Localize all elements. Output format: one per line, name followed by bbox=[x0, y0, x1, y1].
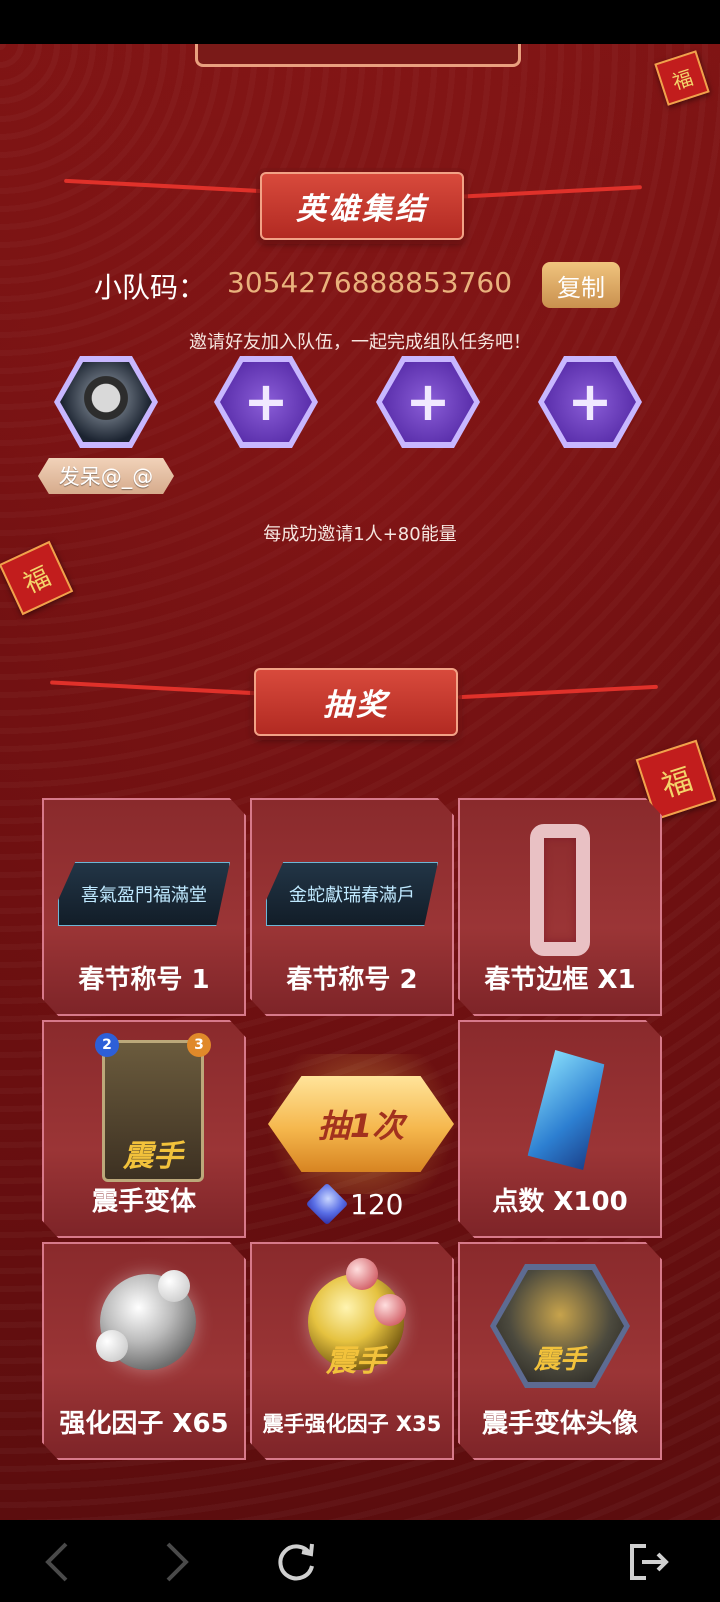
prize-card[interactable]: 点数 X100 bbox=[458, 1020, 662, 1238]
team-code-value: 3054276888853760 bbox=[227, 266, 513, 299]
draw-once-button[interactable]: 抽1次 bbox=[268, 1076, 454, 1172]
chevron-left-icon[interactable] bbox=[34, 1538, 82, 1586]
chevron-right-icon[interactable] bbox=[152, 1538, 200, 1586]
prize-label: 震手变体头像 bbox=[481, 1409, 638, 1439]
gem-icon bbox=[305, 1182, 349, 1226]
team-code-row: 小队码： 3054276888853760 复制 bbox=[0, 262, 720, 308]
title-plate: 金蛇獻瑞春滿戶 bbox=[266, 862, 438, 926]
energy-tip: 每成功邀请1人+80能量 bbox=[263, 524, 457, 545]
cost-badge: 2 bbox=[95, 1033, 119, 1057]
copy-button[interactable]: 复制 bbox=[542, 262, 620, 308]
avatar bbox=[60, 362, 152, 442]
card-logo: 震手 bbox=[123, 1139, 183, 1174]
reload-icon[interactable] bbox=[272, 1538, 320, 1586]
prize-card[interactable]: 金蛇獻瑞春滿戶 春节称号 2 bbox=[250, 798, 454, 1016]
crystal-icon bbox=[526, 1050, 607, 1170]
prize-label: 春节称号 1 bbox=[78, 965, 210, 995]
draw-cost-value: 120 bbox=[350, 1187, 404, 1221]
top-plaque bbox=[195, 44, 521, 67]
prize-card[interactable]: 震手 震手变体头像 bbox=[458, 1242, 662, 1460]
enhance-factor-icon: 震手 bbox=[308, 1258, 406, 1379]
status-bar bbox=[0, 0, 720, 44]
prize-label: 春节边框 X1 bbox=[484, 965, 636, 995]
prize-card[interactable]: 2 3 震手 震手变体 bbox=[42, 1020, 246, 1238]
team-code-label: 小队码： bbox=[94, 271, 207, 304]
invite-tip: 邀请好友加入队伍，一起完成组队任务吧！ bbox=[189, 332, 531, 353]
variant-card-image: 2 3 震手 bbox=[95, 1033, 211, 1182]
plus-icon: + bbox=[567, 370, 613, 433]
prize-label: 震手变体 bbox=[91, 1187, 196, 1217]
member-name-tag: 发呆@_@ bbox=[38, 458, 174, 494]
prize-label: 震手强化因子 X35 bbox=[262, 1412, 442, 1436]
prize-card[interactable]: 震手 震手强化因子 X35 bbox=[250, 1242, 454, 1460]
prize-card[interactable]: 喜氣盈門福滿堂 春节称号 1 bbox=[42, 798, 246, 1016]
prize-label: 点数 X100 bbox=[492, 1187, 628, 1217]
card-logo: 震手 bbox=[326, 1344, 386, 1379]
browser-navbar bbox=[0, 1520, 720, 1602]
prize-label: 春节称号 2 bbox=[286, 965, 418, 995]
frame-icon bbox=[530, 824, 590, 956]
section-title-team: 英雄集结 bbox=[260, 172, 464, 240]
prize-card[interactable]: 强化因子 X65 bbox=[42, 1242, 246, 1460]
power-badge: 3 bbox=[187, 1033, 211, 1057]
avatar-frame-icon: 震手 bbox=[490, 1264, 630, 1388]
section-title-lottery: 抽奖 bbox=[254, 668, 458, 736]
plus-icon: + bbox=[405, 370, 451, 433]
draw-cost: 120 bbox=[305, 1182, 404, 1226]
exit-icon[interactable] bbox=[624, 1538, 672, 1586]
card-logo: 震手 bbox=[533, 1345, 586, 1375]
enhance-factor-icon bbox=[96, 1270, 196, 1370]
plus-icon: + bbox=[243, 370, 289, 433]
title-plate: 喜氣盈門福滿堂 bbox=[58, 862, 230, 926]
prize-label: 强化因子 X65 bbox=[59, 1409, 229, 1439]
prize-card[interactable]: 春节边框 X1 bbox=[458, 798, 662, 1016]
